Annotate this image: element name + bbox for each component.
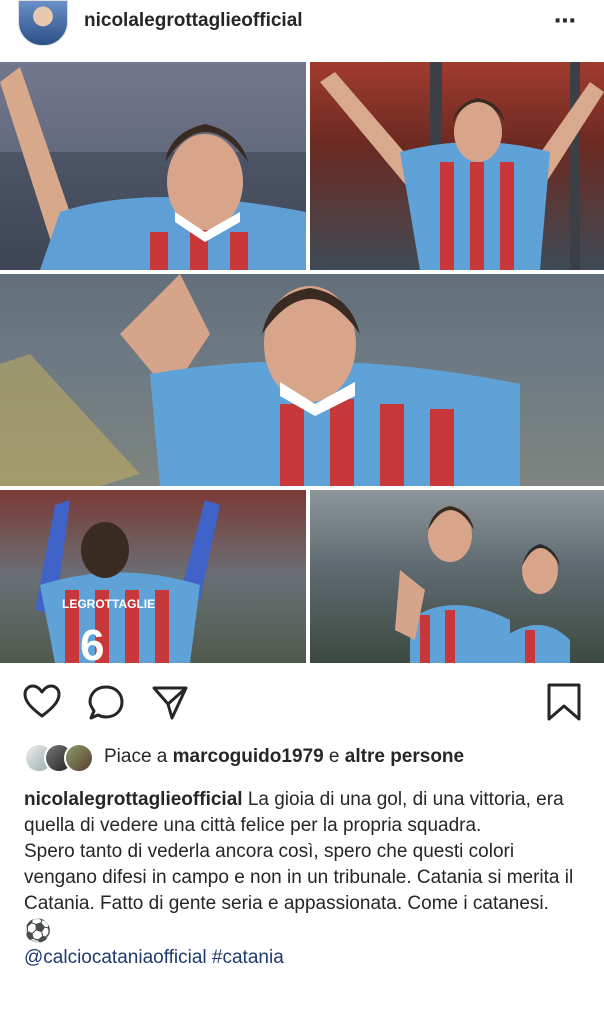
post-image-collage[interactable]: LEGROTTAGLIE 6 xyxy=(0,62,604,663)
like-heart-icon[interactable] xyxy=(22,682,62,722)
post-username[interactable]: nicolalegrottaglieofficial xyxy=(84,10,303,32)
caption-text-2: Spero tanto di vederla ancora così, sper… xyxy=(24,841,574,914)
post-header: nicolalegrottaglieofficial ⋯ xyxy=(0,0,604,46)
likes-middle: e xyxy=(323,746,345,767)
share-paper-plane-icon[interactable] xyxy=(150,682,190,722)
liker-avatar xyxy=(64,743,94,773)
caption-username[interactable]: nicolalegrottaglieofficial xyxy=(24,789,243,810)
collage-photo-2 xyxy=(310,62,604,270)
post-action-bar xyxy=(0,672,604,732)
likes-text: Piace a marcoguido1979 e altre persone xyxy=(104,746,464,768)
caption-tags[interactable]: @calciocataniaofficial #catania xyxy=(24,945,590,971)
post-caption: nicolalegrottaglieofficial La gioia di u… xyxy=(24,787,590,971)
jersey-number: 6 xyxy=(80,621,104,663)
more-options-icon[interactable]: ⋯ xyxy=(554,8,577,34)
likes-row[interactable]: Piace a marcoguido1979 e altre persone xyxy=(24,743,604,773)
likes-prefix: Piace a xyxy=(104,746,173,767)
bookmark-icon[interactable] xyxy=(544,682,584,722)
jersey-name: LEGROTTAGLIE xyxy=(62,597,155,611)
likes-others[interactable]: altre persone xyxy=(345,746,464,767)
comment-bubble-icon[interactable] xyxy=(86,682,126,722)
soccer-ball-emoji: ⚽️ xyxy=(24,918,52,943)
collage-photo-3 xyxy=(0,274,604,486)
collage-photo-5 xyxy=(310,490,604,663)
avatar[interactable] xyxy=(18,0,68,46)
liker-username[interactable]: marcoguido1979 xyxy=(173,746,324,767)
collage-photo-4: LEGROTTAGLIE 6 xyxy=(0,490,306,663)
collage-photo-1 xyxy=(0,62,306,270)
